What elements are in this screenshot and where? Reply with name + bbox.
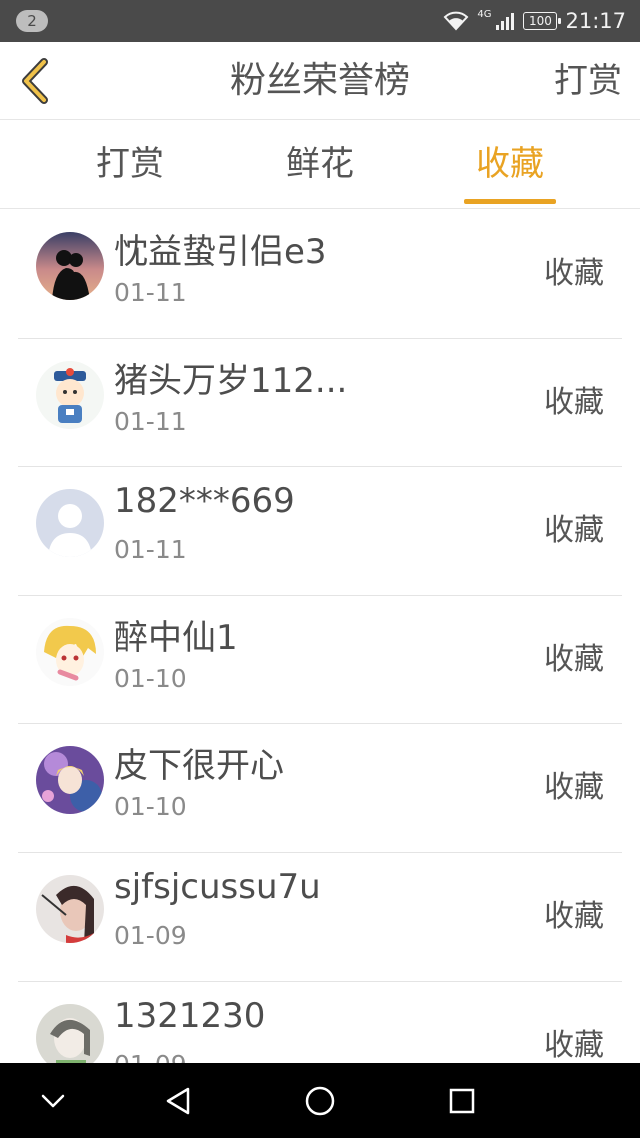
notification-badge: 2 [16,10,48,32]
tab-flowers[interactable]: 鲜花 [260,121,380,209]
action-label: 收藏 [544,256,604,291]
action-label: 收藏 [544,898,604,934]
tab-favorites-label: 收藏 [476,144,544,184]
record-date: 01-11 [114,278,187,307]
system-nav-bar [0,1063,640,1138]
action-label: 收藏 [544,770,604,806]
avatar [36,874,104,943]
tab-favorites[interactable]: 收藏 [450,121,570,209]
network-type-label: 4G [477,8,492,20]
list-item[interactable]: 忱益蛰引侣e3 01-11 收藏 [18,210,622,339]
battery-level: 100 [529,14,552,28]
signal-icon [496,13,515,30]
record-date: 01-09 [114,920,187,950]
app-screen: 2 4G 100 21:17 粉丝荣誉榜 打赏 打赏 鲜花 收藏 忱益蛰引侣e3… [0,0,640,1138]
recents-square-icon [449,1088,475,1113]
battery-icon: 100 [523,12,562,30]
avatar [36,746,104,815]
tip-button[interactable]: 打赏 [554,42,622,120]
tab-tip[interactable]: 打赏 [70,121,190,209]
record-date: 01-09 [114,1050,187,1063]
avatar [36,360,104,429]
list-item[interactable]: 皮下很开心 01-10 收藏 [18,724,622,853]
back-triangle-icon [166,1087,190,1114]
active-tab-indicator [464,199,556,204]
nav-home-button[interactable] [280,1063,360,1138]
tab-bar: 打赏 鲜花 收藏 [0,121,640,209]
nav-recents-button[interactable] [422,1063,502,1138]
clock: 21:17 [565,9,626,33]
user-name: 182***669 [114,481,295,522]
wifi-icon [443,11,469,31]
home-circle-icon [305,1086,335,1115]
back-button[interactable] [14,54,54,108]
record-date: 01-11 [114,535,187,565]
status-indicators: 4G 100 21:17 [443,9,626,33]
user-name: sjfsjcussu7u [114,866,321,907]
avatar [36,1003,104,1063]
action-label: 收藏 [544,513,604,549]
record-date: 01-10 [114,792,187,822]
list-item[interactable]: 醉中仙1 01-10 收藏 [18,596,622,725]
list-item[interactable]: sjfsjcussu7u 01-09 收藏 [18,853,622,982]
chevron-down-icon [41,1094,65,1107]
avatar [36,232,104,300]
action-label: 收藏 [544,1027,604,1063]
avatar [36,617,104,686]
action-label: 收藏 [544,384,604,420]
nav-hide-button[interactable] [13,1063,93,1138]
user-name: 醉中仙1 [114,617,238,658]
user-name: 忱益蛰引侣e3 [114,232,327,272]
record-date: 01-11 [114,406,187,436]
status-bar: 2 4G 100 21:17 [0,0,640,42]
list-item[interactable]: 猪头万岁112... 01-11 收藏 [18,339,622,468]
list-item[interactable]: 1321230 01-09 收藏 [18,982,622,1063]
user-name: 1321230 [114,995,266,1036]
app-header: 粉丝荣誉榜 打赏 [0,42,640,120]
fan-list: 忱益蛰引侣e3 01-11 收藏 猪头万岁112... 01-11 收藏 182… [0,210,640,1063]
user-name: 皮下很开心 [114,746,284,787]
action-label: 收藏 [544,641,604,677]
user-name: 猪头万岁112... [114,360,348,401]
page-title: 粉丝荣誉榜 [229,60,410,101]
avatar [36,489,104,558]
chevron-left-icon [22,58,48,104]
record-date: 01-10 [114,663,187,693]
nav-back-button[interactable] [138,1063,218,1138]
list-item[interactable]: 182***669 01-11 收藏 [18,467,622,596]
